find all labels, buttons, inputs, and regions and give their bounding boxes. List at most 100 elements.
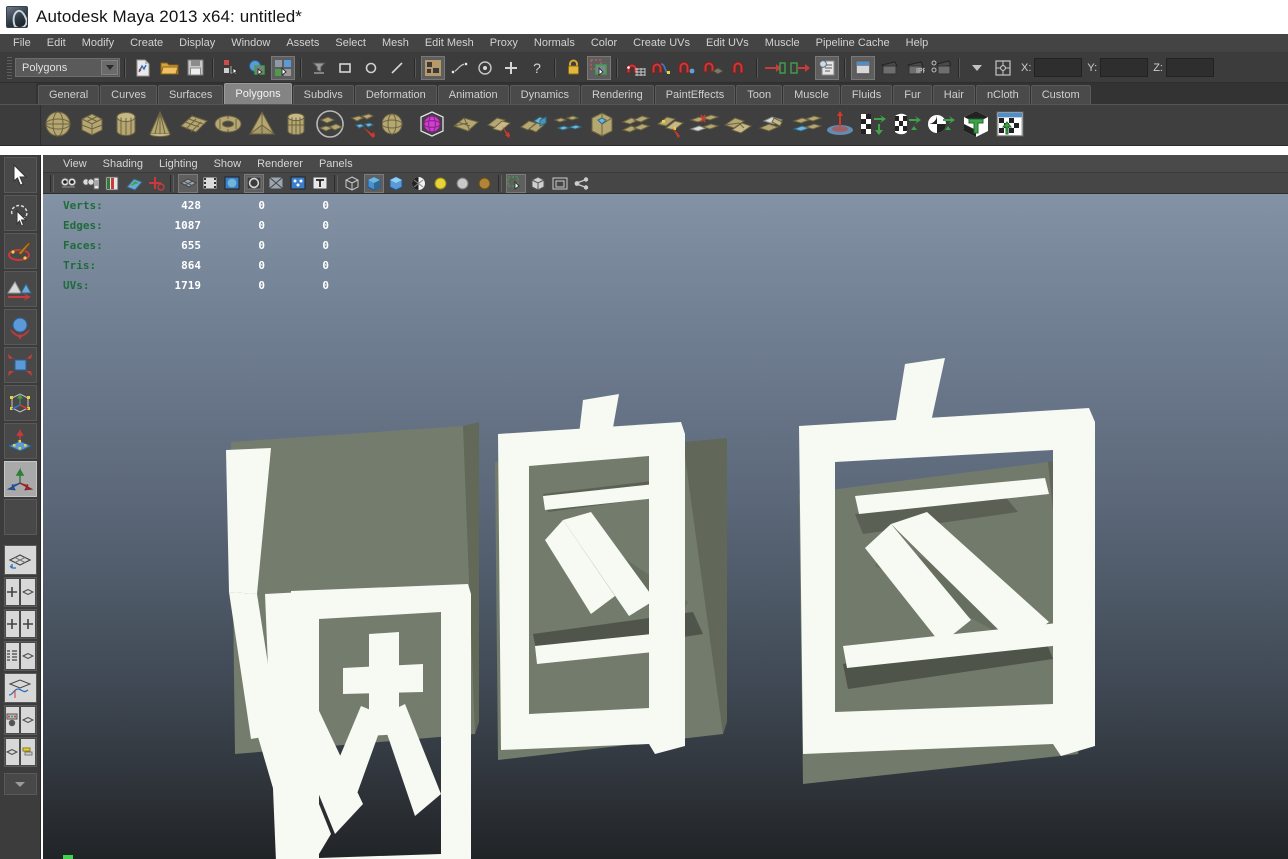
layout-single-pane-icon[interactable]: [3, 545, 37, 575]
soft-modification-tool-icon[interactable]: [3, 423, 37, 459]
panel-menu-shading[interactable]: Shading: [95, 155, 151, 173]
xray-display-icon[interactable]: [528, 174, 548, 193]
merge-vertices-icon[interactable]: [620, 108, 654, 142]
gate-mask-icon[interactable]: [244, 173, 264, 193]
shelf-tab-general[interactable]: General: [38, 85, 100, 104]
selection-mask-icon[interactable]: [307, 56, 331, 80]
poly-soccer-ball-icon[interactable]: [348, 108, 382, 142]
menu-create-uvs[interactable]: Create UVs: [625, 34, 698, 53]
attribute-editor-icon[interactable]: [815, 55, 839, 80]
menu-edit[interactable]: Edit: [39, 34, 74, 53]
shelf-tab-rendering[interactable]: Rendering: [580, 85, 654, 104]
layout-outliner-persp-icon[interactable]: [3, 641, 37, 671]
wedge-face-icon[interactable]: [722, 108, 756, 142]
layout-hypershade-pane[interactable]: [5, 707, 19, 733]
select-by-object-type-icon[interactable]: [245, 56, 269, 80]
construction-history-input-icon[interactable]: [763, 56, 787, 80]
shelf-tab-dynamics[interactable]: Dynamics: [509, 85, 580, 104]
shelf-tab-hair[interactable]: Hair: [932, 85, 975, 104]
layout-persp-pane-3[interactable]: [5, 739, 19, 765]
layout-outliner-pane[interactable]: [5, 643, 19, 669]
shelf-tab-fur[interactable]: Fur: [893, 85, 932, 104]
menu-color[interactable]: Color: [583, 34, 625, 53]
menu-muscle[interactable]: Muscle: [757, 34, 808, 53]
menu-normals[interactable]: Normals: [526, 34, 583, 53]
panel-menu-panels[interactable]: Panels: [311, 155, 361, 173]
menu-create[interactable]: Create: [122, 34, 171, 53]
selection-handle-icon[interactable]: [991, 56, 1015, 80]
save-scene-icon[interactable]: [183, 56, 207, 80]
universal-manipulator-icon[interactable]: [3, 385, 37, 421]
sculpt-tool-icon[interactable]: [824, 108, 858, 142]
menu-help[interactable]: Help: [898, 34, 937, 53]
status-line-grip[interactable]: [7, 56, 12, 79]
poly-plane-icon[interactable]: [178, 108, 212, 142]
poly-cylinder-icon[interactable]: [110, 108, 144, 142]
menu-mesh[interactable]: Mesh: [374, 34, 417, 53]
transform-x-field[interactable]: [1034, 58, 1083, 77]
highlight-selection-icon[interactable]: [587, 55, 611, 80]
open-scene-icon[interactable]: [157, 56, 181, 80]
default-light-icon[interactable]: [430, 174, 450, 193]
transform-z-field[interactable]: [1165, 58, 1214, 77]
shadows-icon[interactable]: [452, 174, 472, 193]
select-marquee-icon[interactable]: [333, 56, 357, 80]
poly-prism-icon[interactable]: [280, 108, 314, 142]
safe-title-icon[interactable]: [310, 174, 330, 193]
shelf-tab-ncloth[interactable]: nCloth: [975, 85, 1030, 104]
isolate-select-icon[interactable]: [506, 173, 526, 193]
move-tool-icon[interactable]: [3, 271, 37, 307]
chevron-down-icon[interactable]: [101, 60, 118, 75]
render-current-frame-icon[interactable]: [851, 55, 875, 80]
layout-graph-pane[interactable]: [21, 739, 35, 765]
panel-menu-lighting[interactable]: Lighting: [151, 155, 206, 173]
resolution-gate-icon[interactable]: [222, 174, 242, 193]
layout-four-pane-b-icon[interactable]: [3, 609, 37, 639]
camera-attributes-icon[interactable]: [80, 174, 100, 193]
render-globals-icon[interactable]: [929, 56, 953, 80]
split-polygon-icon[interactable]: [484, 108, 518, 142]
select-lasso-icon[interactable]: [359, 56, 383, 80]
poly-cube-icon[interactable]: [76, 108, 110, 142]
bookmarks-icon[interactable]: [102, 174, 122, 193]
select-tool-icon[interactable]: [3, 157, 37, 193]
ipr-render-icon[interactable]: [877, 56, 901, 80]
wireframe-shading-icon[interactable]: [342, 174, 362, 193]
shelf-tab-subdivs[interactable]: Subdivs: [292, 85, 354, 104]
shelf-tab-toon[interactable]: Toon: [736, 85, 783, 104]
new-scene-icon[interactable]: [131, 56, 155, 80]
cylindrical-mapping-icon[interactable]: [892, 108, 926, 142]
snap-to-grid-icon[interactable]: [623, 56, 647, 80]
shelf-tab-surfaces[interactable]: Surfaces: [157, 85, 224, 104]
layout-pane-a[interactable]: [5, 579, 19, 605]
safe-action-icon[interactable]: [288, 174, 308, 193]
layout-pane-d[interactable]: [21, 611, 35, 637]
help-icon[interactable]: ?: [525, 56, 549, 80]
cut-faces-icon[interactable]: [688, 108, 722, 142]
film-gate-icon[interactable]: [200, 174, 220, 193]
panel-menu-show[interactable]: Show: [206, 155, 250, 173]
snap-to-point-icon[interactable]: [499, 56, 523, 80]
menu-pipeline-cache[interactable]: Pipeline Cache: [808, 34, 898, 53]
layout-pane-c[interactable]: [5, 611, 19, 637]
menu-display[interactable]: Display: [171, 34, 223, 53]
poly-torus-icon[interactable]: [212, 108, 246, 142]
xray-joints-icon[interactable]: [550, 174, 570, 193]
snap-to-point-magnet-icon[interactable]: [675, 56, 699, 80]
lasso-select-tool-icon[interactable]: [3, 195, 37, 231]
poly-smooth-proxy-icon[interactable]: [416, 108, 450, 142]
bevel-icon[interactable]: [586, 108, 620, 142]
menu-edit-mesh[interactable]: Edit Mesh: [417, 34, 482, 53]
shelf-tab-animation[interactable]: Animation: [437, 85, 509, 104]
layout-persp-graph-icon[interactable]: [3, 673, 37, 703]
extrude-face-icon[interactable]: [518, 108, 552, 142]
last-tool-used-icon[interactable]: [3, 461, 37, 497]
uv-texture-editor-icon[interactable]: [994, 108, 1028, 142]
panel-menu-view[interactable]: View: [55, 155, 95, 173]
menu-edit-uvs[interactable]: Edit UVs: [698, 34, 757, 53]
quad-draw-icon[interactable]: [790, 108, 824, 142]
layout-hypershade-persp-icon[interactable]: [3, 705, 37, 735]
rotate-tool-icon[interactable]: [3, 309, 37, 345]
collapse-arrow-icon[interactable]: [3, 773, 37, 795]
shelf-tab-muscle[interactable]: Muscle: [783, 85, 840, 104]
